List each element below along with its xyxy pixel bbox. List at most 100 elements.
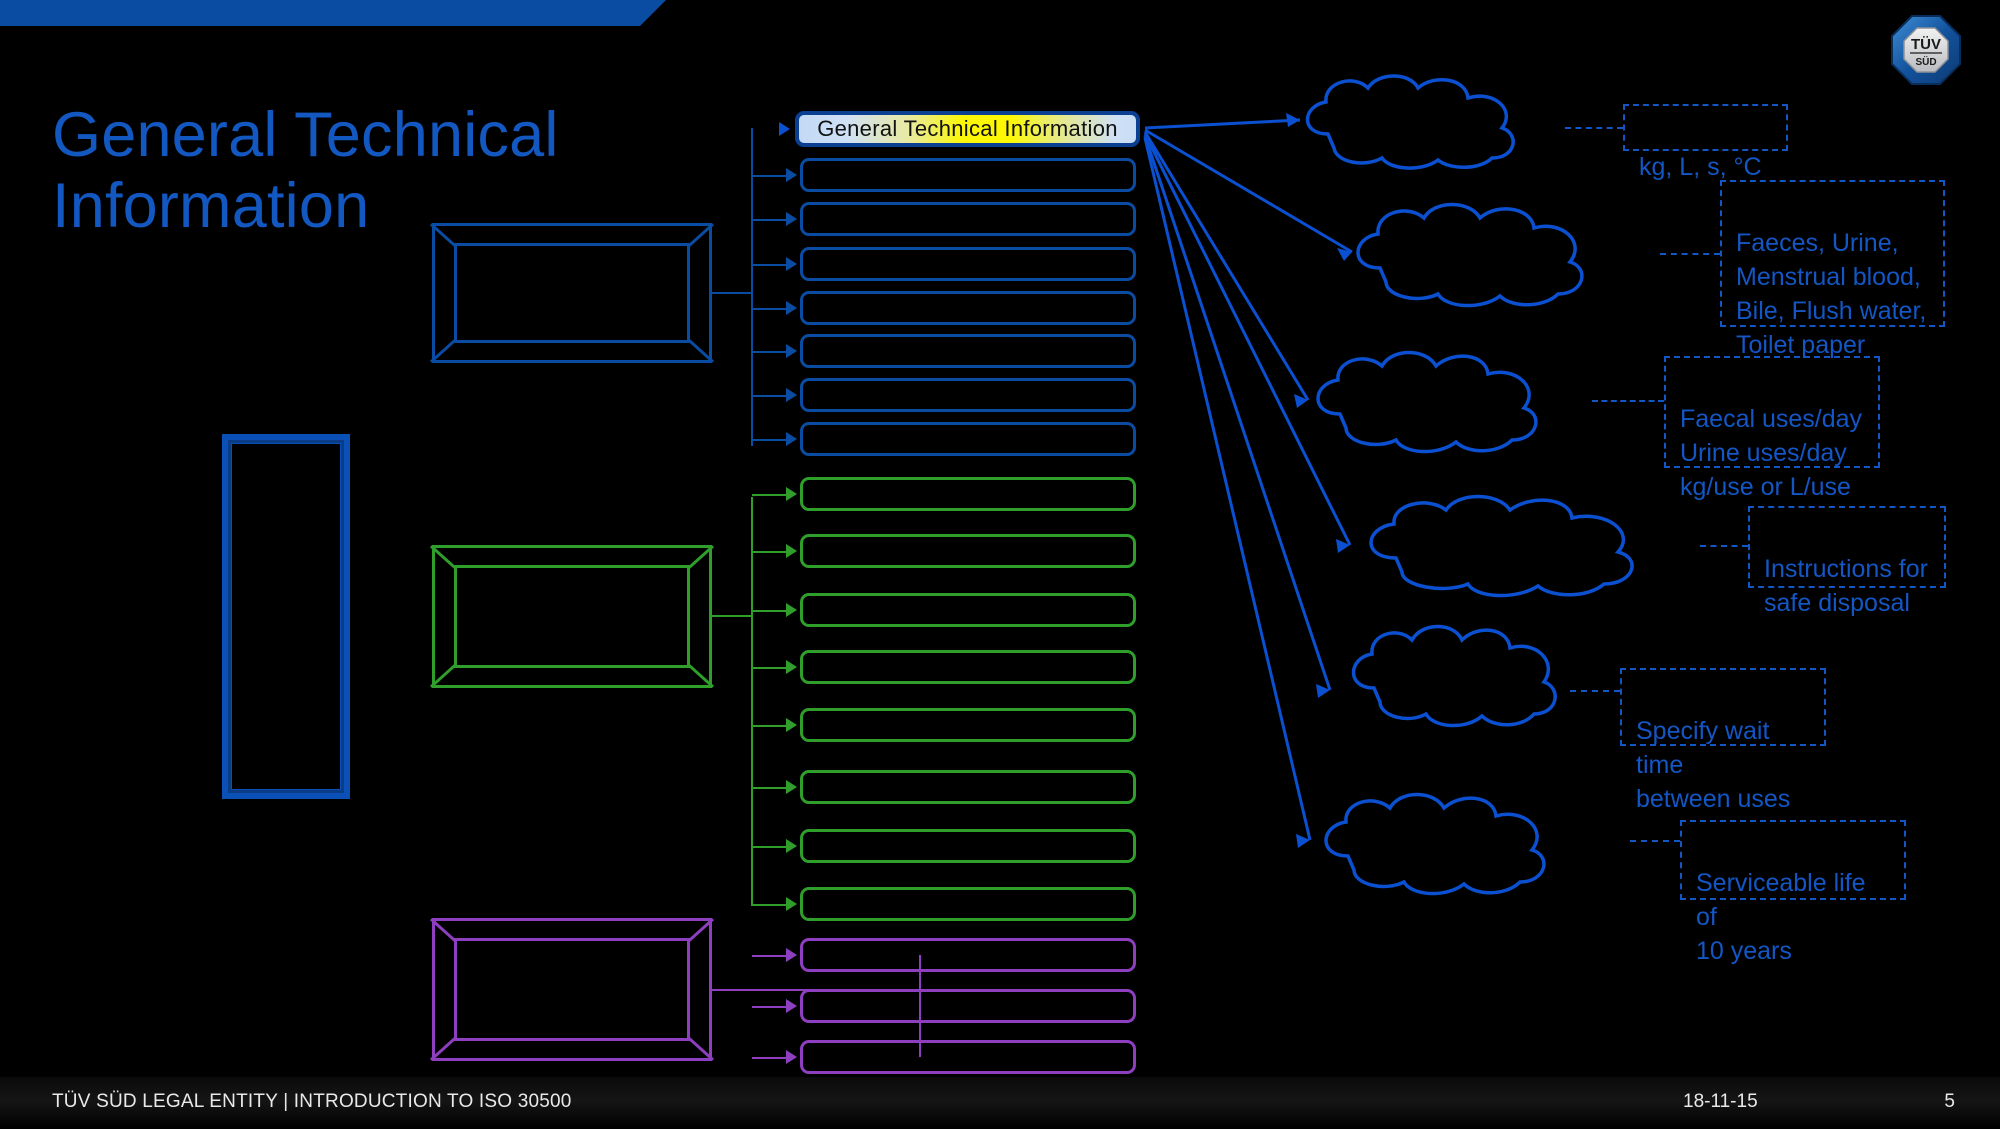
green-group-box[interactable] <box>429 545 715 688</box>
callout-usage: Faecal uses/day Urine uses/day kg/use or… <box>1664 356 1880 501</box>
list-item[interactable] <box>800 477 1136 511</box>
list-item-label <box>803 161 1133 189</box>
list-item[interactable] <box>800 938 1136 972</box>
top-banner <box>0 0 640 26</box>
green-box-inner-frame <box>454 565 690 668</box>
arrow-head-icon <box>786 1050 797 1064</box>
callout-units: kg, L, s, °C <box>1623 104 1788 181</box>
list-item[interactable] <box>800 770 1136 804</box>
connector <box>752 955 788 957</box>
callout-disposal-text: Instructions for safe disposal <box>1764 555 1928 617</box>
arrow-head-icon <box>786 718 797 732</box>
list-item-label <box>803 773 1133 801</box>
list-item-label <box>803 832 1133 860</box>
cloud-shape-life <box>1308 790 1598 900</box>
list-item-label <box>803 596 1133 624</box>
list-item[interactable] <box>800 887 1136 921</box>
connector <box>752 395 788 397</box>
connector <box>752 725 788 727</box>
connector <box>752 551 788 553</box>
arrow-head-icon <box>786 897 797 911</box>
header-highlight-bar[interactable]: General Technical Information <box>795 111 1140 147</box>
callout-leader-units <box>1565 127 1623 129</box>
list-item-label <box>803 890 1133 918</box>
cloud-shape-waste <box>1340 200 1640 310</box>
list-item[interactable] <box>800 247 1136 281</box>
list-item[interactable] <box>800 829 1136 863</box>
arrow-head-icon <box>786 780 797 794</box>
callout-life: Serviceable life of 10 years <box>1680 820 1906 965</box>
slide-canvas: General Technical Information General Te… <box>0 0 2000 1129</box>
arrow-head-icon <box>786 388 797 402</box>
callout-waittime-text: Specify wait time between uses <box>1636 717 1791 813</box>
left-vertical-placeholder <box>222 434 350 799</box>
page-title-line1: General Technical <box>52 100 559 170</box>
callout-units-text: kg, L, s, °C <box>1639 153 1762 181</box>
connector <box>752 308 788 310</box>
list-item-label <box>803 711 1133 739</box>
footer-date: 18-11-15 <box>1683 1091 1758 1112</box>
connector <box>752 439 788 441</box>
connector <box>752 667 788 669</box>
list-item-label <box>803 250 1133 278</box>
arrow-head-icon <box>786 487 797 501</box>
top-banner-tip <box>640 0 666 26</box>
callout-usage-text: Faecal uses/day Urine uses/day kg/use or… <box>1680 405 1863 501</box>
arrow-head-icon <box>786 660 797 674</box>
list-item[interactable] <box>800 708 1136 742</box>
arrow-head-icon <box>786 212 797 226</box>
list-item[interactable] <box>800 422 1136 456</box>
blue-group-box[interactable] <box>429 223 715 363</box>
list-item-label <box>803 205 1133 233</box>
connector <box>752 846 788 848</box>
purple-group-box[interactable] <box>429 918 715 1061</box>
cloud-shape-disposal <box>1350 492 1720 602</box>
list-item-label <box>803 425 1133 453</box>
footer-page-number: 5 <box>1944 1091 1955 1112</box>
list-item[interactable] <box>800 534 1136 568</box>
header-highlight-label: General Technical Information <box>817 116 1118 141</box>
tuv-sud-logo: TÜV SÜD <box>1890 14 1962 86</box>
list-item[interactable] <box>800 158 1136 192</box>
arrow-head-icon <box>786 839 797 853</box>
arrow-head-icon <box>786 999 797 1013</box>
list-item-label <box>803 653 1133 681</box>
list-item-label <box>803 941 1133 969</box>
list-item-label <box>803 381 1133 409</box>
cloud-shape-waittime <box>1336 622 1606 732</box>
purple-box-inner-frame <box>454 938 690 1041</box>
footer-left-text: TÜV SÜD LEGAL ENTITY | INTRODUCTION TO I… <box>52 1091 572 1112</box>
blue-box-inner-frame <box>454 243 690 343</box>
arrow-head-icon <box>786 168 797 182</box>
list-item-label <box>803 537 1133 565</box>
connector <box>752 494 788 496</box>
list-item[interactable] <box>800 202 1136 236</box>
connector <box>752 264 788 266</box>
arrow-head-icon <box>786 301 797 315</box>
arrow-head-icon <box>786 344 797 358</box>
connector <box>752 175 788 177</box>
arrow-head-icon <box>786 603 797 617</box>
list-item[interactable] <box>800 593 1136 627</box>
list-item[interactable] <box>800 334 1136 368</box>
arrow-head-icon <box>786 432 797 446</box>
connector <box>752 219 788 221</box>
header-bar-arrow <box>779 122 790 136</box>
list-item-label <box>803 294 1133 322</box>
logo-top-text: TÜV <box>1911 36 1941 53</box>
callout-leader-life <box>1630 840 1680 842</box>
connector <box>752 351 788 353</box>
connector <box>752 904 788 906</box>
list-item[interactable] <box>800 378 1136 412</box>
callout-leader-waste <box>1660 253 1720 255</box>
callout-waste-text: Faeces, Urine, Menstrual blood, Bile, Fl… <box>1736 229 1927 359</box>
list-item-label <box>803 480 1133 508</box>
connector <box>752 1057 788 1059</box>
callout-leader-usage <box>1592 400 1664 402</box>
list-item[interactable] <box>800 989 1136 1023</box>
connector <box>752 787 788 789</box>
list-item-label <box>803 992 1133 1020</box>
list-item[interactable] <box>800 1040 1136 1074</box>
list-item[interactable] <box>800 291 1136 325</box>
list-item[interactable] <box>800 650 1136 684</box>
